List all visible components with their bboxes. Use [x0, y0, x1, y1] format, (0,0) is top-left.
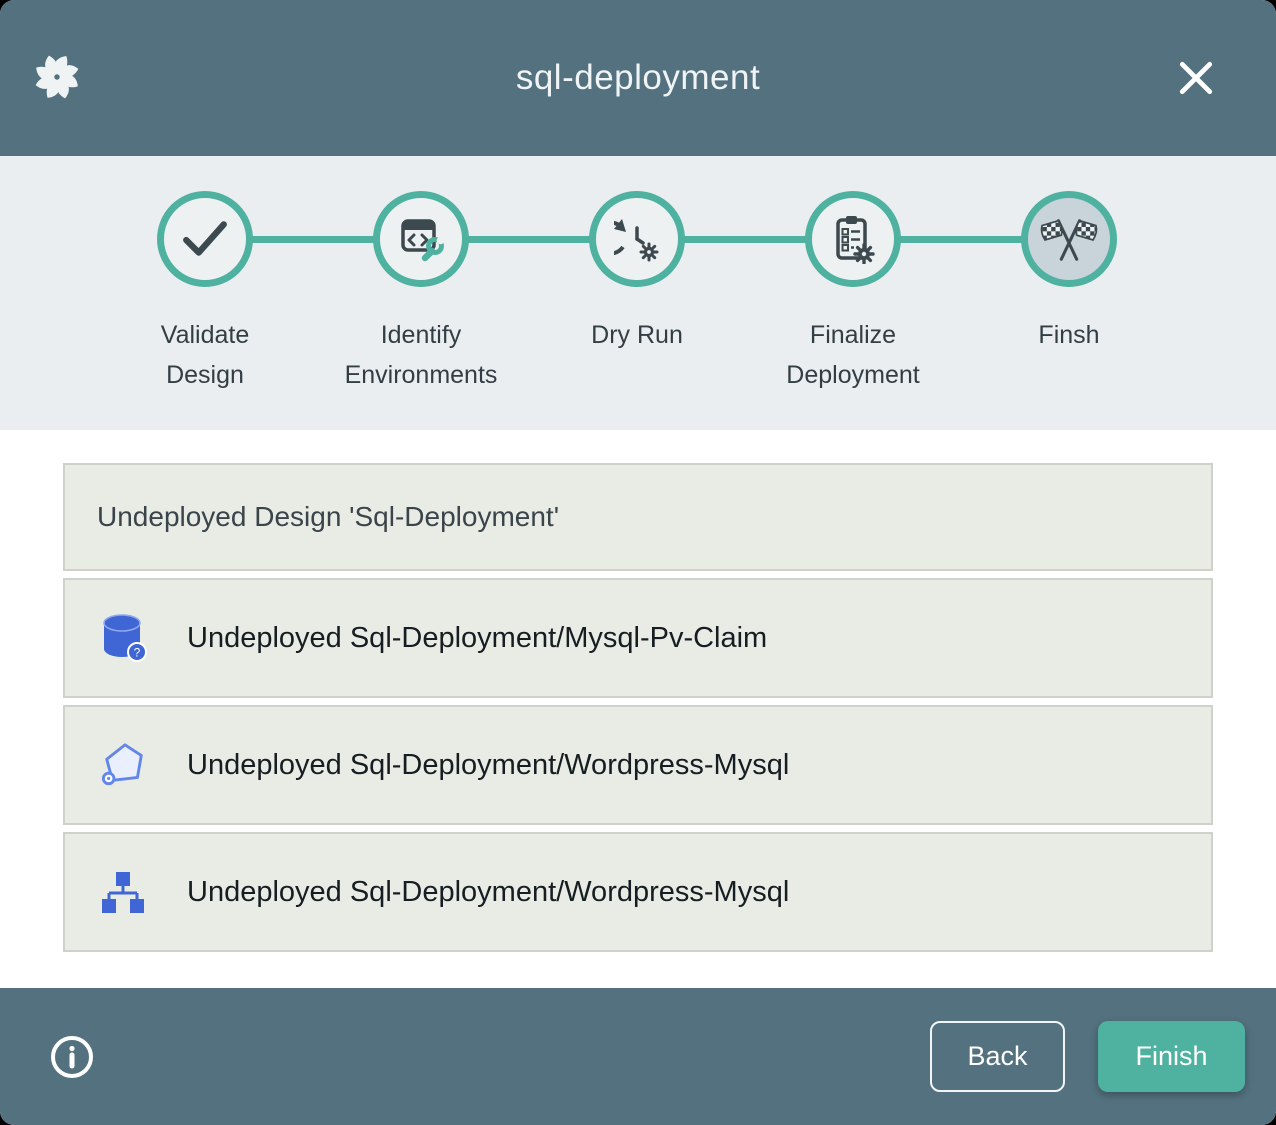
result-row-wordpress-mysql-hierarchy: Undeployed Sql-Deployment/Wordpress-Mysq…	[63, 832, 1213, 952]
shape-icon	[100, 739, 150, 791]
step-circle-finish	[1021, 191, 1117, 287]
step-label: Validate Design	[161, 315, 250, 395]
result-row-mysql-pv-claim: ? Undeployed Sql-Deployment/Mysql-Pv-Cla…	[63, 578, 1213, 698]
step-circle-dry-run	[589, 191, 685, 287]
step-label: Dry Run	[591, 315, 683, 355]
summary-text: Undeployed Design 'Sql-Deployment'	[97, 501, 559, 533]
dialog-header: sql-deployment	[0, 0, 1276, 156]
info-icon	[49, 1034, 95, 1080]
code-window-wrench-icon	[397, 215, 445, 263]
step-finalize-deployment: Finalize Deployment	[745, 156, 961, 395]
close-icon	[1177, 59, 1215, 97]
step-circle-validate-design	[157, 191, 253, 287]
dialog-footer: Back Finish	[0, 988, 1276, 1125]
step-identify-environments: Identify Environments	[313, 156, 529, 395]
step-label: Finsh	[1038, 315, 1099, 355]
step-finish: Finsh	[961, 156, 1177, 395]
step-label: Finalize Deployment	[786, 315, 919, 395]
info-button[interactable]	[48, 1033, 96, 1081]
close-button[interactable]	[1174, 56, 1218, 100]
hierarchy-icon	[100, 866, 150, 918]
clipboard-gear-icon	[831, 214, 875, 264]
meshery-logo-icon	[32, 52, 82, 102]
step-circle-finalize-deployment	[805, 191, 901, 287]
back-button[interactable]: Back	[930, 1021, 1065, 1092]
result-text: Undeployed Sql-Deployment/Wordpress-Mysq…	[187, 749, 789, 782]
step-circle-identify-environments	[373, 191, 469, 287]
database-icon: ?	[100, 612, 150, 664]
wizard-stepper: Validate Design	[0, 156, 1276, 430]
dialog-title: sql-deployment	[0, 58, 1276, 98]
svg-text:?: ?	[134, 646, 141, 660]
result-text: Undeployed Sql-Deployment/Mysql-Pv-Claim	[187, 622, 767, 655]
summary-row: Undeployed Design 'Sql-Deployment'	[63, 463, 1213, 571]
step-validate-design: Validate Design	[97, 156, 313, 395]
check-icon	[181, 220, 229, 258]
step-dry-run: Dry Run	[529, 156, 745, 395]
result-text: Undeployed Sql-Deployment/Wordpress-Mysq…	[187, 876, 789, 909]
dry-run-gear-icon	[614, 216, 660, 262]
deployment-results-panel: Undeployed Design 'Sql-Deployment' ? Und…	[0, 430, 1276, 988]
finish-button[interactable]: Finish	[1098, 1021, 1245, 1092]
checkered-flags-icon	[1038, 214, 1100, 264]
result-row-wordpress-mysql-shape: Undeployed Sql-Deployment/Wordpress-Mysq…	[63, 705, 1213, 825]
deployment-wizard-dialog: sql-deployment	[0, 0, 1276, 1125]
step-label: Identify Environments	[345, 315, 498, 395]
